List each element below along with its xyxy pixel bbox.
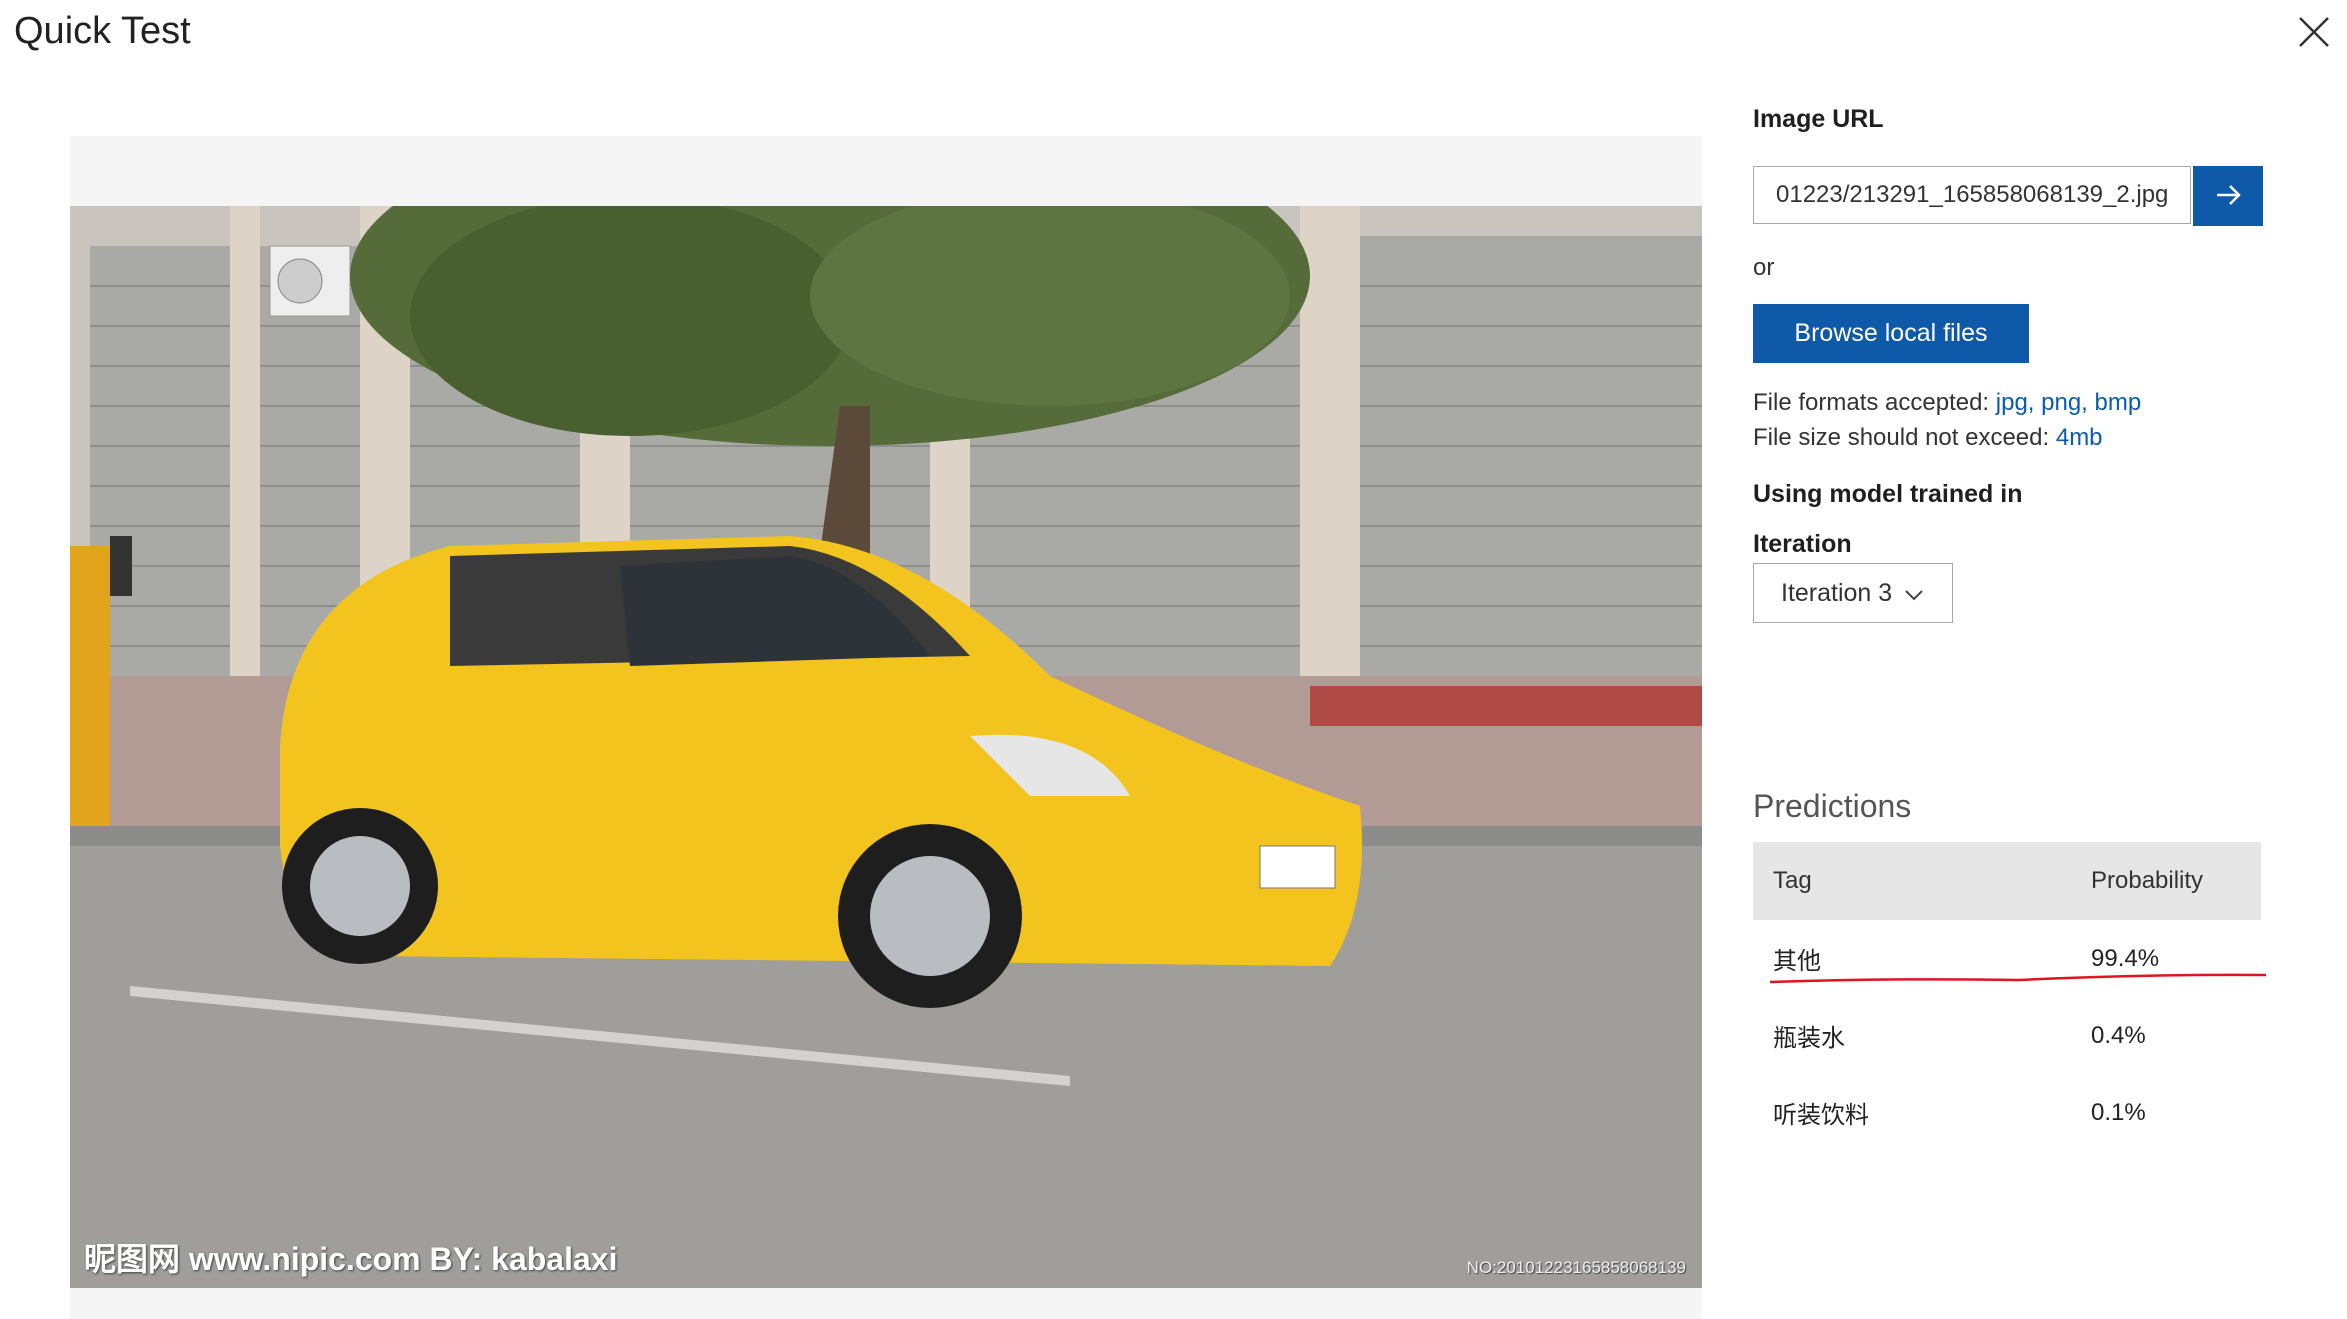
prediction-tag: 瓶装水 (1773, 1025, 1845, 1052)
browse-local-files-button[interactable]: Browse local files (1753, 304, 2029, 363)
preview-image: 昵图网 www.nipic.com BY: kabalaxi NO:201012… (70, 206, 1702, 1288)
file-size-prefix: File size should not exceed: (1753, 424, 2056, 451)
file-formats-value: jpg, png, bmp (1995, 389, 2142, 416)
prediction-tag: 听装饮料 (1773, 1102, 1869, 1129)
red-annotation-underline (1769, 973, 2267, 984)
predictions-table: Tag Probability 其他 99.4% 瓶装水 0.4% 听装饮料 0… (1753, 842, 2261, 1151)
file-formats-prefix: File formats accepted: (1753, 389, 1996, 416)
watermark-left: 昵图网 www.nipic.com BY: kabalaxi (84, 1241, 618, 1277)
chevron-down-icon (1904, 579, 1924, 608)
iteration-label: Iteration (1753, 530, 1852, 558)
tag-column-header: Tag (1773, 867, 1812, 894)
prediction-probability: 0.4% (2091, 1021, 2146, 1049)
image-url-label: Image URL (1753, 105, 1884, 133)
dialog-title: Quick Test (14, 10, 191, 52)
settings-panel: Image URL or Browse local files File for… (1753, 0, 2313, 1319)
watermark-right: NO:20101223165858068139 (1466, 1258, 1686, 1277)
predictions-header-row: Tag Probability (1753, 842, 2261, 920)
submit-url-button[interactable] (2193, 166, 2263, 226)
table-row: 瓶装水 0.4% (1753, 997, 2261, 1074)
model-label: Using model trained in (1753, 480, 2023, 508)
probability-column-header: Probability (2091, 867, 2204, 894)
prediction-probability: 0.1% (2091, 1098, 2146, 1126)
predictions-title: Predictions (1753, 788, 1912, 824)
table-row: 听装饮料 0.1% (1753, 1074, 2261, 1151)
file-size-value: 4mb (2055, 424, 2103, 451)
or-separator: or (1753, 254, 1775, 281)
image-url-input[interactable] (1753, 166, 2191, 224)
iteration-selected-value: Iteration 3 (1781, 578, 1893, 607)
file-size-info: File size should not exceed: 4mb (1753, 424, 2103, 452)
arrow-right-icon (2217, 184, 2241, 205)
file-formats-info: File formats accepted: jpg, png, bmp (1753, 389, 2141, 417)
quick-test-dialog: Quick Test 昵图网 www.nipic.com BY: kabalax… (0, 0, 2347, 1319)
iteration-dropdown[interactable]: Iteration 3 (1753, 563, 1953, 623)
